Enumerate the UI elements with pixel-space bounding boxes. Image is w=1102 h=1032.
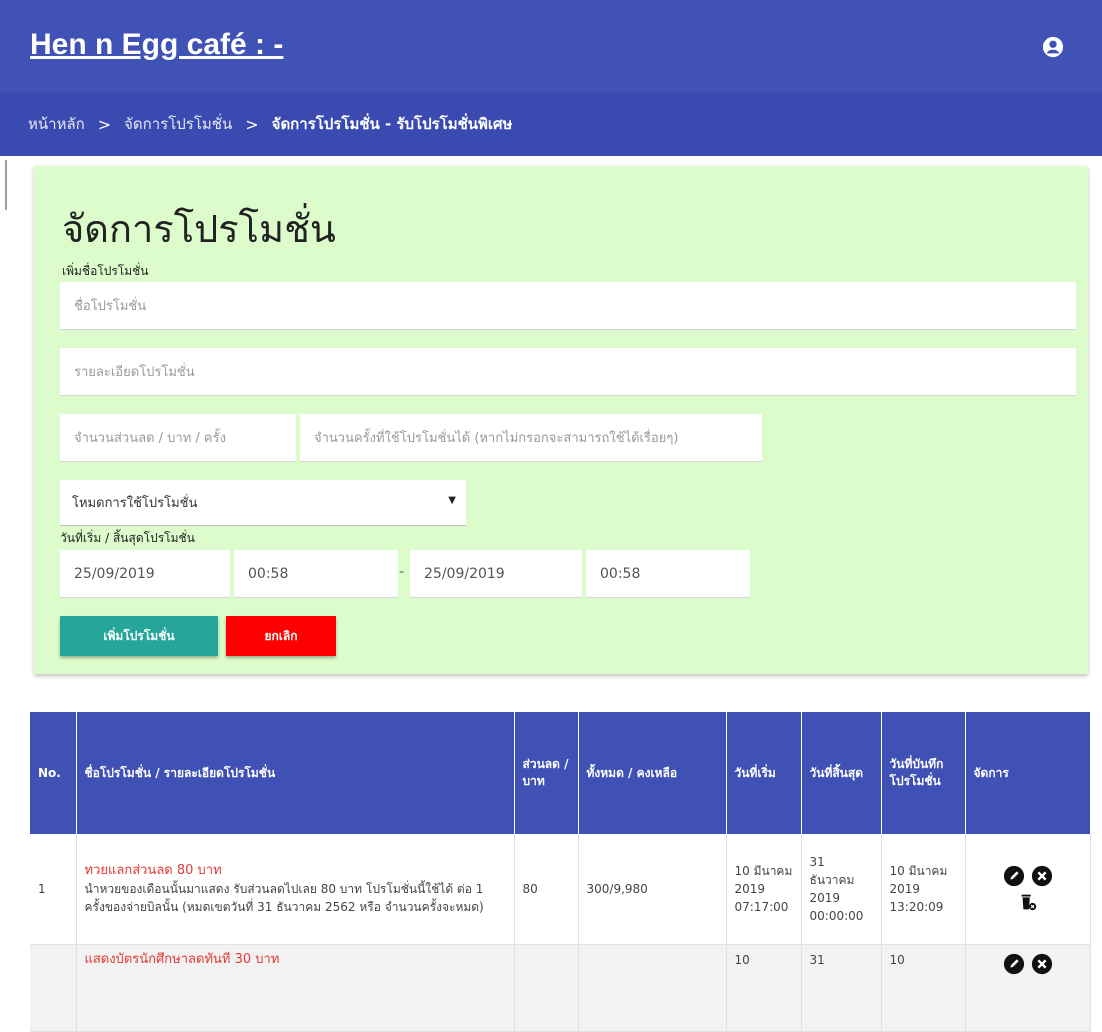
promotion-name-input[interactable]: ชื่อโปรโมชั่น <box>60 282 1076 330</box>
breadcrumb-current: จัดการโปรโมชั่น - รับโปรโมชั่นพิเศษ <box>271 115 513 133</box>
row-discount: 80 <box>514 834 579 945</box>
promotion-detail: นำหวยของเดือนนั้นมาแสดง รับส่วนลดไปเลย 8… <box>84 882 484 914</box>
promotion-form-panel: จัดการโปรโมชั่น เพิ่มชื่อโปรโมชั่น ชื่อโ… <box>34 166 1088 674</box>
breadcrumb-home[interactable]: หน้าหลัก <box>28 112 85 136</box>
start-time-input[interactable]: 00:58 <box>234 550 398 598</box>
row-name-detail: แสดงบัตรนักศึกษาลดทันที 30 บาท <box>76 944 515 1032</box>
header-total-remaining: ทั้งหมด / คงเหลือ <box>578 712 727 834</box>
header-start-date: วันที่เริ่ม <box>726 712 802 834</box>
row-total-remaining <box>578 944 727 1032</box>
usage-count-input[interactable]: จำนวนครั้งที่ใช้โปรโมชั่นได้ (หากไม่กรอก… <box>300 414 762 462</box>
row-recorded-date: 10 <box>881 944 966 1032</box>
row-discount <box>514 944 579 1032</box>
start-date-input[interactable]: 25/09/2019 <box>60 550 230 598</box>
breadcrumb: หน้าหลัก > จัดการโปรโมชั่น > จัดการโปรโม… <box>0 92 1102 156</box>
pencil-icon[interactable] <box>1003 953 1025 975</box>
end-time-input[interactable]: 00:58 <box>586 550 750 598</box>
row-no: 1 <box>30 834 77 945</box>
header-actions: จัดการ <box>965 712 1091 834</box>
cancel-button[interactable]: ยกเลิก <box>226 616 336 656</box>
row-no <box>30 944 77 1032</box>
promotion-detail-input[interactable]: รายละเอียดโปรโมชั่น <box>60 348 1076 396</box>
close-circle-icon[interactable] <box>1031 865 1053 887</box>
breadcrumb-manage-promotion[interactable]: จัดการโปรโมชั่น <box>124 112 232 136</box>
row-end-date: 31 ธันวาคม 2019 00:00:00 <box>801 834 882 945</box>
header-name-detail: ชื่อโปรโมชั่น / รายละเอียดโปรโมชั่น <box>76 712 515 834</box>
table-header-row: No. ชื่อโปรโมชั่น / รายละเอียดโปรโมชั่น … <box>30 712 1091 834</box>
row-name-detail: ทวยแลกส่วนลด 80 บาท นำหวยของเดือนนั้นมาแ… <box>76 834 515 945</box>
pencil-icon[interactable] <box>1003 865 1025 887</box>
row-total-remaining: 300/9,980 <box>578 834 727 945</box>
dropdown-caret-icon: ▼ <box>448 495 456 506</box>
date-range-label: วันที่เริ่ม / สิ้นสุดโปรโมชั่น <box>60 531 195 545</box>
chevron-right-icon: > <box>245 114 259 134</box>
user-account-icon[interactable] <box>1042 36 1064 58</box>
chevron-right-icon: > <box>97 114 112 134</box>
row-recorded-date: 10 มีนาคม 2019 13:20:09 <box>881 834 966 945</box>
left-edge-divider <box>5 160 7 210</box>
date-separator: - <box>399 564 405 580</box>
row-actions <box>965 944 1091 1032</box>
page-title: จัดการโปรโมชั่น <box>62 207 336 251</box>
add-promotion-button[interactable]: เพิ่มโปรโมชั่น <box>60 616 218 656</box>
app-title-link[interactable]: Hen n Egg café : - <box>30 28 283 62</box>
promotion-mode-selected: โหมดการใช้โปรโมชั่น <box>72 496 198 511</box>
end-date-input[interactable]: 25/09/2019 <box>410 550 582 598</box>
header-discount: ส่วนลด / บาท <box>514 712 579 834</box>
promotion-name: ทวยแลกส่วนลด 80 บาท <box>84 863 222 878</box>
promotion-name-label: เพิ่มชื่อโปรโมชั่น <box>62 264 149 278</box>
brand-row: Hen n Egg café : - <box>0 0 1102 92</box>
row-start-date: 10 <box>726 944 802 1032</box>
promotion-mode-select[interactable]: โหมดการใช้โปรโมชั่น ▼ <box>60 480 466 526</box>
table-row: แสดงบัตรนักศึกษาลดทันที 30 บาท 10 31 10 <box>30 944 1091 1032</box>
row-start-date: 10 มีนาคม 2019 07:17:00 <box>726 834 802 945</box>
discount-amount-input[interactable]: จำนวนส่วนลด / บาท / ครั้ง <box>60 414 296 462</box>
table-row: 1 ทวยแลกส่วนลด 80 บาท นำหวยของเดือนนั้นม… <box>30 834 1091 945</box>
delete-icon[interactable] <box>1017 891 1039 913</box>
row-end-date: 31 <box>801 944 882 1032</box>
promotion-table: No. ชื่อโปรโมชั่น / รายละเอียดโปรโมชั่น … <box>30 712 1091 1032</box>
close-circle-icon[interactable] <box>1031 953 1053 975</box>
promotion-name: แสดงบัตรนักศึกษาลดทันที 30 บาท <box>84 952 280 967</box>
header-recorded-date: วันที่บันทึกโปรโมชั่น <box>881 712 966 834</box>
row-actions <box>965 834 1091 945</box>
header-end-date: วันที่สิ้นสุด <box>801 712 882 834</box>
header-no: No. <box>30 712 77 834</box>
